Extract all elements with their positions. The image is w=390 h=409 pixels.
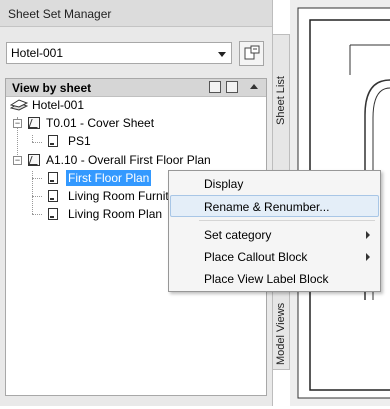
collapse-icon[interactable]: −: [13, 156, 22, 165]
tab-model-views-label: Model Views: [275, 302, 287, 365]
tree-item-label: Living Room Furnit: [68, 189, 169, 203]
view-by-sheet-label: View by sheet: [12, 81, 92, 95]
menu-item-label: Place View Label Block: [204, 272, 329, 286]
menu-item-place-view-label-block[interactable]: Place View Label Block: [170, 268, 379, 290]
menu-item-label: Display: [204, 177, 244, 191]
view-mode-icon[interactable]: [209, 81, 221, 93]
sheet-set-select[interactable]: Hotel-001: [6, 42, 232, 64]
tab-sheet-list[interactable]: Sheet List: [272, 34, 290, 184]
sheet-view-icon[interactable]: [226, 81, 238, 93]
submenu-arrow-icon: [366, 253, 370, 261]
view-icon: [48, 190, 58, 202]
collapse-up-icon[interactable]: [250, 84, 258, 89]
tree-item-label: Living Room Plan: [68, 207, 163, 221]
tree-root-label: Hotel-001: [32, 98, 85, 112]
tree-item-label: A1.10 - Overall First Floor Plan: [46, 153, 211, 167]
menu-item-label: Set category: [204, 228, 272, 242]
sheet-set-options-button[interactable]: [239, 41, 264, 66]
view-icon: [48, 172, 58, 184]
tree-line: [32, 142, 42, 143]
menu-item-place-callout-block[interactable]: Place Callout Block: [170, 246, 379, 268]
menu-item-display[interactable]: Display: [170, 173, 379, 195]
tab-sheet-list-label: Sheet List: [275, 76, 287, 125]
tree-item-label: PS1: [68, 134, 91, 148]
sheet-set-select-value: Hotel-001: [11, 46, 64, 60]
tree-item-label: T0.01 - Cover Sheet: [46, 116, 155, 130]
tree-item-label: First Floor Plan: [66, 170, 152, 186]
view-icon: [48, 208, 58, 220]
tree-line: [32, 178, 42, 179]
context-menu: Display Rename & Renumber... Set categor…: [168, 170, 381, 292]
menu-item-rename-renumber[interactable]: Rename & Renumber...: [170, 195, 379, 217]
layout-sheet-icon: [28, 117, 40, 129]
menu-item-label: Rename & Renumber...: [204, 200, 330, 214]
menu-separator: [199, 220, 375, 221]
layout-sheet-icon: [28, 154, 40, 166]
panel-titlebar: Sheet Set Manager: [0, 0, 272, 27]
tree-header: View by sheet: [6, 79, 266, 97]
sheet-set-icon: [10, 99, 28, 111]
tree-line: [32, 196, 42, 197]
menu-item-set-category[interactable]: Set category: [170, 224, 379, 246]
menu-item-label: Place Callout Block: [204, 250, 308, 264]
panel-title: Sheet Set Manager: [8, 7, 112, 21]
tree-line: [32, 135, 33, 142]
view-icon: [48, 135, 58, 147]
tree-line: [32, 214, 42, 215]
submenu-arrow-icon: [366, 231, 370, 239]
sheet-options-icon: [244, 45, 260, 60]
collapse-icon[interactable]: −: [13, 119, 22, 128]
chevron-down-icon: [218, 52, 226, 57]
